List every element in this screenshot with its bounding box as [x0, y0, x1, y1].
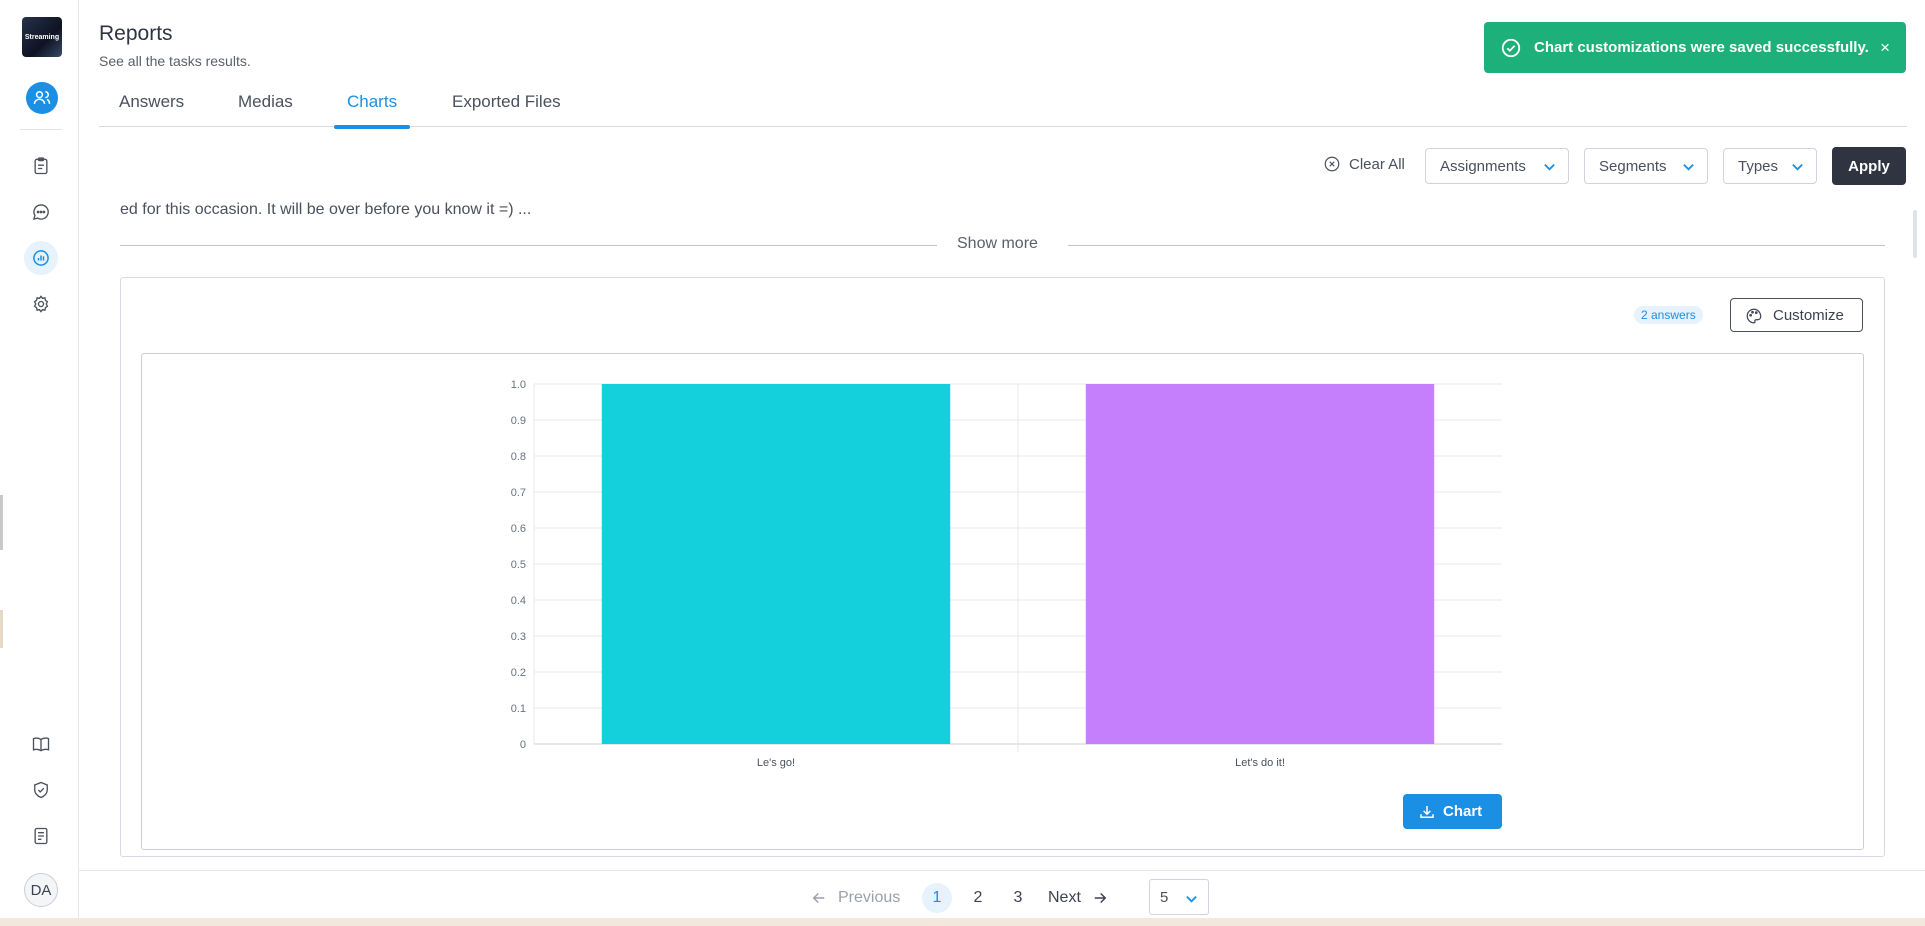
document-icon[interactable] — [24, 819, 58, 853]
segments-dropdown[interactable]: Segments — [1584, 148, 1708, 184]
types-label: Types — [1738, 157, 1779, 175]
y-tick-label: 0.4 — [511, 595, 526, 607]
chevron-down-icon — [1186, 895, 1197, 903]
palette-icon — [1746, 308, 1762, 324]
clear-icon — [1324, 156, 1340, 172]
arrow-right-icon — [1094, 892, 1107, 904]
chevron-down-icon — [1792, 163, 1803, 171]
apply-button[interactable]: Apply — [1832, 147, 1906, 185]
y-tick-label: 1.0 — [511, 379, 526, 391]
chevron-down-icon — [1683, 163, 1694, 171]
edge-marker — [0, 495, 3, 550]
y-tick-label: 0.5 — [511, 559, 526, 571]
page-2-button[interactable]: 2 — [963, 886, 993, 910]
chat-icon[interactable] — [24, 195, 58, 229]
tab-exported-files[interactable]: Exported Files — [452, 92, 561, 127]
app-logo[interactable]: Streaming — [22, 17, 62, 57]
y-tick-label: 0 — [520, 739, 526, 751]
divider-line — [120, 245, 937, 246]
y-tick-label: 0.8 — [511, 451, 526, 463]
toast-message: Chart customizations were saved successf… — [1534, 39, 1869, 56]
avatar[interactable]: DA — [24, 873, 58, 907]
clear-all-button[interactable]: Clear All — [1323, 155, 1405, 173]
page-3-button[interactable]: 3 — [1003, 886, 1033, 910]
y-tick-label: 0.6 — [511, 523, 526, 535]
tab-medias[interactable]: Medias — [238, 92, 293, 127]
close-icon[interactable]: × — [1880, 38, 1890, 58]
app-logo-text: Streaming — [24, 33, 60, 41]
next-page-button[interactable]: Next — [1048, 886, 1109, 910]
download-chart-button[interactable]: Chart — [1403, 794, 1502, 829]
x-tick-label: Let's do it! — [1235, 757, 1285, 769]
page-1-button[interactable]: 1 — [922, 883, 952, 913]
y-tick-label: 0.7 — [511, 487, 526, 499]
download-chart-label: Chart — [1443, 803, 1483, 820]
success-toast: Chart customizations were saved successf… — [1484, 22, 1906, 73]
sidebar-divider — [20, 129, 62, 130]
customize-label: Customize — [1773, 306, 1844, 324]
y-tick-label: 0.3 — [511, 631, 526, 643]
y-tick-label: 0.1 — [511, 703, 526, 715]
previous-label: Previous — [838, 889, 901, 906]
bar-chart: 0 0.1 0.2 0.3 0.4 0.5 0.6 0.7 0.8 0.9 1.0 Le's go! L… — [511, 379, 1502, 769]
page-size-select[interactable]: 5 — [1149, 879, 1209, 915]
page-size-value: 5 — [1160, 888, 1169, 906]
tab-charts[interactable]: Charts — [333, 92, 411, 129]
show-more-button[interactable]: Show more — [957, 235, 1038, 253]
types-dropdown[interactable]: Types — [1723, 148, 1817, 184]
x-tick-label: Le's go! — [757, 757, 795, 769]
clear-all-label: Clear All — [1349, 155, 1405, 173]
answers-count-badge: 2 answers — [1634, 306, 1703, 324]
tab-bar: Answers Medias Charts Exported Files — [99, 92, 1907, 129]
bar — [601, 384, 951, 744]
chevron-down-icon — [1544, 163, 1555, 171]
tab-answers[interactable]: Answers — [119, 92, 184, 127]
y-tick-label: 0.2 — [511, 667, 526, 679]
pagination-divider — [79, 870, 1925, 871]
user-icon[interactable] — [26, 82, 58, 114]
download-icon — [1420, 806, 1434, 818]
question-text: ed for this occasion. It will be over be… — [120, 201, 532, 218]
sidebar: Streaming DA — [0, 0, 79, 926]
bottom-strip — [0, 918, 1925, 926]
scrollbar-thumb[interactable] — [1913, 210, 1917, 258]
book-icon[interactable] — [24, 727, 58, 761]
clipboard-icon[interactable] — [24, 149, 58, 183]
avatar-initials: DA — [30, 881, 52, 899]
edge-marker — [0, 610, 3, 648]
bar — [1085, 384, 1435, 744]
arrow-left-icon — [812, 892, 825, 904]
previous-page-button[interactable]: Previous — [810, 886, 900, 910]
assignments-dropdown[interactable]: Assignments — [1425, 148, 1569, 184]
assignments-label: Assignments — [1440, 157, 1526, 175]
customize-button[interactable]: Customize — [1730, 298, 1863, 332]
segments-label: Segments — [1599, 157, 1667, 175]
check-circle-icon — [1501, 38, 1521, 57]
next-label: Next — [1048, 889, 1081, 906]
page-title: Reports — [99, 22, 173, 45]
y-tick-label: 0.9 — [511, 415, 526, 427]
shield-icon[interactable] — [24, 773, 58, 807]
divider-line — [1068, 245, 1885, 246]
page-subtitle: See all the tasks results. — [99, 53, 251, 69]
gear-icon[interactable] — [24, 287, 58, 321]
chart-icon[interactable] — [24, 241, 58, 275]
